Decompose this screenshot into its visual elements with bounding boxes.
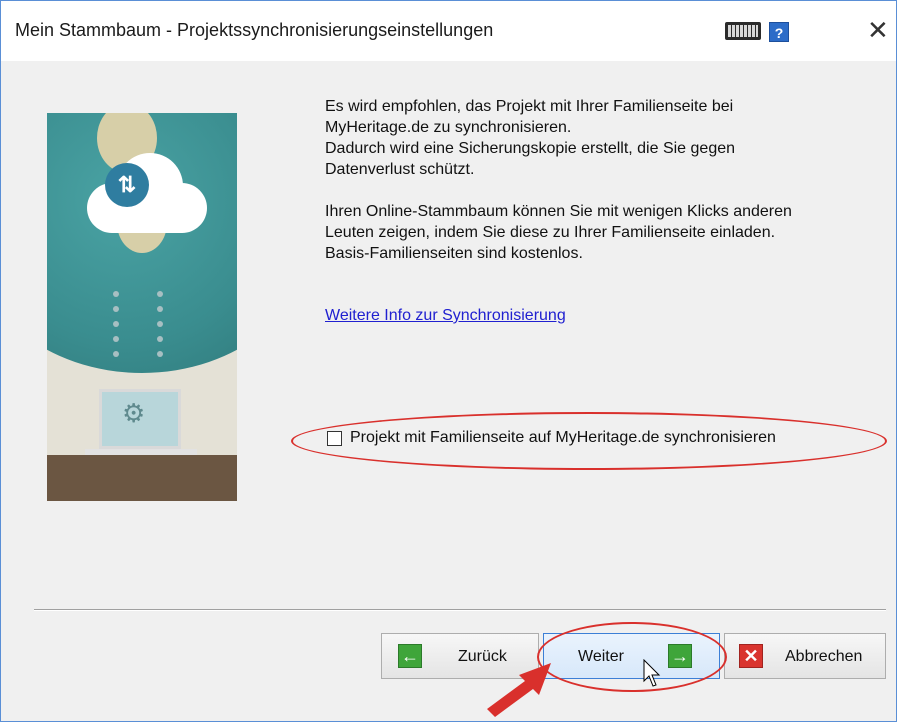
annotation-arrow-icon — [487, 663, 551, 717]
cancel-x-icon: ✕ — [739, 644, 763, 668]
title-bar: Mein Stammbaum - Projektssynchronisierun… — [1, 1, 896, 61]
footer-divider — [34, 609, 886, 611]
annotation-oval-checkbox — [291, 412, 887, 470]
info-line: Leuten zeigen, indem Sie diese zu Ihrer … — [325, 224, 776, 241]
info-line: Ihren Online-Stammbaum können Sie mit we… — [325, 203, 792, 220]
gears-icon: ⚙ — [122, 398, 146, 428]
info-line: Basis-Familienseiten sind kostenlos. — [325, 245, 583, 262]
sync-arrows-icon: ⇅ — [105, 163, 149, 207]
dialog-window: Mein Stammbaum - Projektssynchronisierun… — [0, 0, 897, 722]
info-line: MyHeritage.de zu synchronisieren. — [325, 119, 572, 136]
info-line: Dadurch wird eine Sicherungskopie erstel… — [325, 140, 736, 157]
mouse-cursor-icon — [643, 659, 661, 687]
sync-illustration: ⇅ ⚙ — [47, 113, 237, 501]
window-title: Mein Stammbaum - Projektssynchronisierun… — [15, 20, 494, 40]
close-icon[interactable]: ✕ — [867, 15, 889, 45]
annotation-oval-next — [537, 622, 727, 692]
cancel-button[interactable]: ✕ Abbrechen — [724, 633, 886, 679]
cancel-button-label: Abbrechen — [785, 648, 863, 665]
globe-image — [47, 113, 237, 373]
info-text: Es wird empfohlen, das Projekt mit Ihrer… — [325, 96, 865, 285]
help-icon[interactable]: ? — [769, 22, 789, 42]
info-line: Es wird empfohlen, das Projekt mit Ihrer… — [325, 98, 734, 115]
desk-image — [47, 455, 237, 501]
laptop-icon: ⚙ — [99, 389, 181, 449]
info-line: Datenverlust schützt. — [325, 161, 475, 178]
keyboard-icon[interactable] — [725, 22, 761, 40]
arrow-left-icon: ← — [398, 644, 422, 668]
more-info-link[interactable]: Weitere Info zur Synchronisierung — [325, 307, 566, 325]
